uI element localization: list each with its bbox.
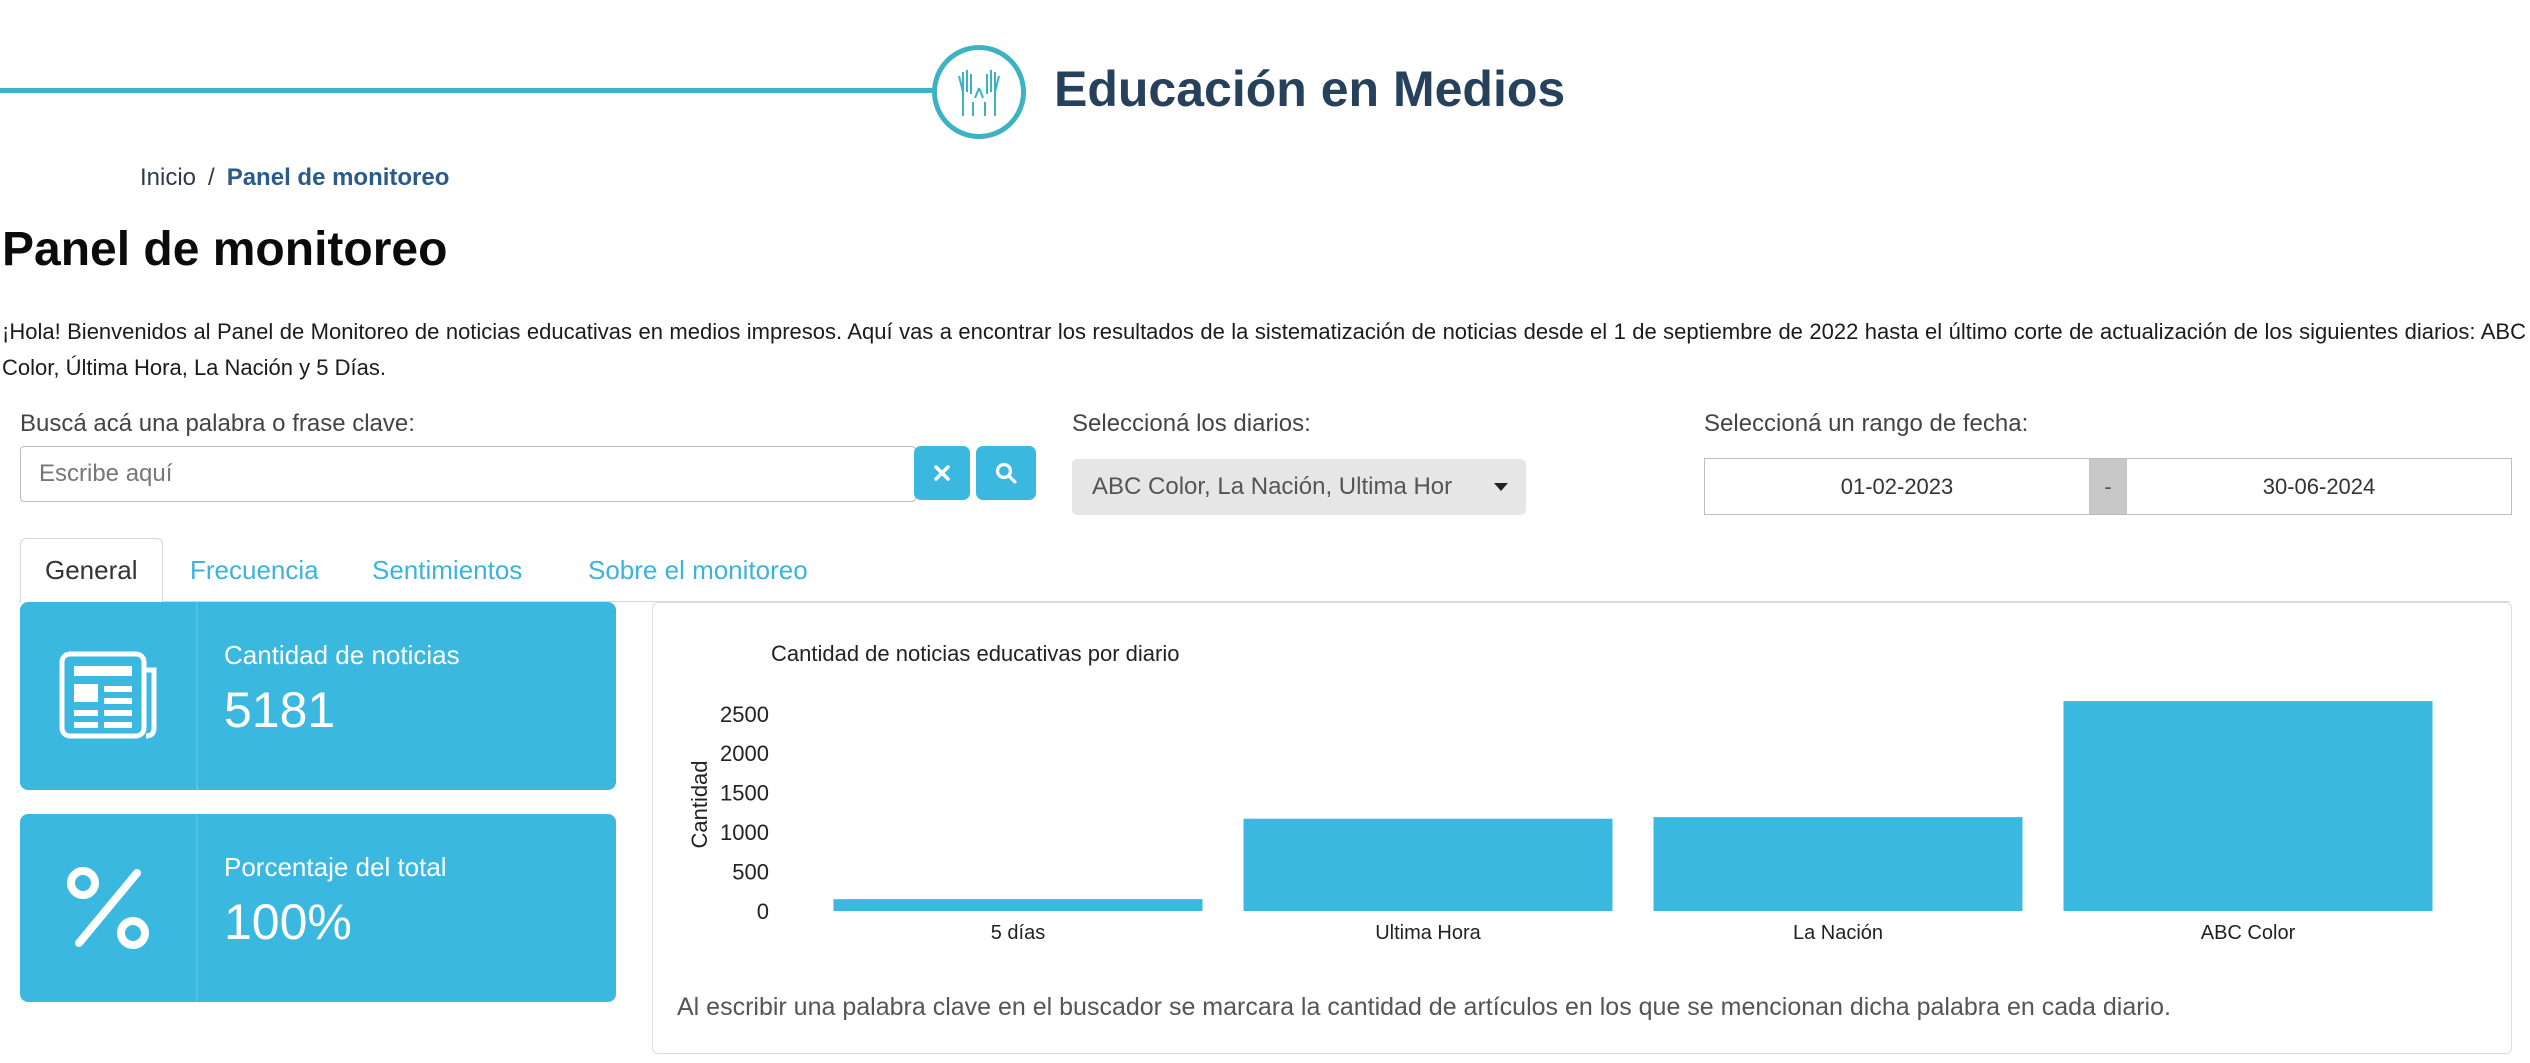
tab-bar: General Frecuencia Sentimientos Sobre el…	[20, 538, 2510, 603]
search-icon	[995, 462, 1017, 484]
percent-icon	[67, 867, 149, 949]
intro-text: ¡Hola! Bienvenidos al Panel de Monitoreo…	[2, 319, 2526, 380]
chart-note: Al escribir una palabra clave en el busc…	[677, 993, 2171, 1021]
close-icon	[934, 465, 950, 481]
x-tick-label: 5 días	[991, 922, 1045, 944]
chart-title: Cantidad de noticias educativas por diar…	[771, 641, 1179, 666]
breadcrumb-current: Panel de monitoreo	[226, 164, 450, 191]
papers-select[interactable]: ABC Color, La Nación, Ultima Hor	[1072, 459, 1526, 515]
clear-search-button[interactable]	[914, 446, 970, 500]
y-tick-label: 500	[732, 860, 769, 885]
tab-sentimientos[interactable]: Sentimientos	[348, 538, 546, 602]
tab-general[interactable]: General	[20, 538, 163, 603]
y-tick-label: 2000	[720, 741, 769, 766]
chart-bar	[833, 899, 1203, 911]
papers-label: Seleccioná los diarios:	[1072, 410, 1311, 437]
date-range-separator: -	[2089, 459, 2127, 514]
raised-hands-icon	[958, 70, 1000, 116]
site-title[interactable]: Educación en Medios	[1054, 60, 1565, 118]
card-label: Porcentaje del total	[224, 852, 447, 882]
x-tick-label: Ultima Hora	[1375, 922, 1481, 944]
y-tick-label: 2500	[720, 702, 769, 727]
breadcrumb-home[interactable]: Inicio	[140, 164, 196, 192]
x-tick-label: ABC Color	[2201, 922, 2296, 944]
tab-frecuencia[interactable]: Frecuencia	[166, 538, 343, 602]
card-label: Cantidad de noticias	[224, 640, 460, 670]
percentage-card: Porcentaje del total 100%	[20, 814, 616, 1002]
y-tick-label: 1500	[720, 781, 769, 806]
search-button[interactable]	[976, 446, 1036, 500]
page-title: Panel de monitoreo	[2, 223, 448, 276]
card-value: 5181	[224, 682, 336, 738]
search-label: Buscá acá una palabra o frase clave:	[20, 410, 415, 437]
news-count-card: Cantidad de noticias 5181	[20, 602, 616, 790]
search-input[interactable]	[20, 446, 916, 502]
card-icon-column	[20, 602, 198, 790]
newspaper-icon	[59, 651, 157, 739]
date-end-input[interactable]: 30-06-2024	[2127, 459, 2511, 514]
y-tick-label: 1000	[720, 820, 769, 845]
header-line	[0, 88, 935, 93]
papers-selected-value: ABC Color, La Nación, Ultima Hor	[1092, 473, 1453, 500]
chart-bar	[2063, 701, 2433, 911]
date-range: 01-02-2023 - 30-06-2024	[1704, 458, 2512, 515]
date-label: Seleccioná un rango de fecha:	[1704, 410, 2029, 437]
y-tick-label: 0	[757, 899, 769, 924]
chart-panel: Cantidad de noticias educativas por diar…	[652, 602, 2512, 1054]
bar-chart: Cantidad de noticias educativas por diar…	[687, 641, 2433, 944]
card-value: 100%	[224, 894, 352, 950]
breadcrumb-separator: /	[208, 164, 215, 191]
y-axis-label: Cantidad	[687, 760, 712, 848]
tab-sobre-el-monitoreo[interactable]: Sobre el monitoreo	[564, 538, 832, 602]
chart-bar	[1653, 817, 2023, 911]
card-icon-column	[20, 814, 198, 1002]
x-tick-label: La Nación	[1793, 922, 1883, 944]
chart-bar	[1243, 818, 1613, 911]
breadcrumb: Inicio / Panel de monitoreo	[140, 164, 449, 192]
caret-down-icon	[1494, 483, 1508, 491]
logo[interactable]	[932, 45, 1026, 139]
date-start-input[interactable]: 01-02-2023	[1705, 459, 2089, 514]
